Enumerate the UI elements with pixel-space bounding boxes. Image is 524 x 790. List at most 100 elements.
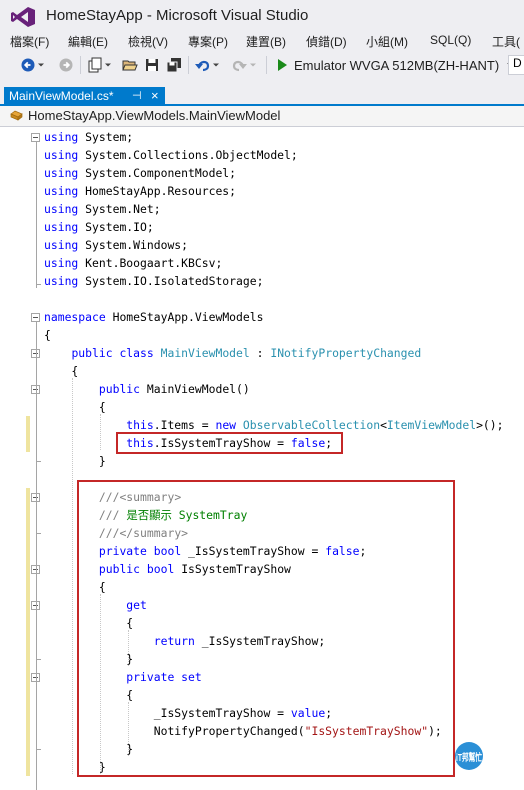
code-token: using: [44, 130, 79, 144]
code-line: {: [44, 326, 51, 344]
navigate-forward-button[interactable]: [58, 57, 74, 73]
code-token: <: [380, 418, 387, 432]
code-token: }: [44, 454, 106, 468]
changed-lines-marker: [26, 416, 30, 452]
code-line: using System.Net;: [44, 200, 161, 218]
close-icon[interactable]: ×: [151, 88, 159, 103]
menu-build[interactable]: 建置(B): [246, 33, 286, 50]
toolbar-separator: [266, 56, 267, 74]
code-token: HomeStayApp.ViewModels: [112, 310, 264, 324]
back-icon: [21, 58, 44, 72]
class-icon: [10, 110, 23, 121]
code-line: using System.ComponentModel;: [44, 164, 236, 182]
code-token: using: [44, 220, 79, 234]
menu-file[interactable]: 檔案(F): [10, 33, 49, 50]
code-token: {: [44, 400, 106, 414]
code-token: namespace: [44, 310, 106, 324]
changed-lines-marker: [26, 488, 30, 776]
save-icon: [146, 59, 158, 71]
save-all-button[interactable]: [166, 57, 182, 73]
undo-icon: [195, 60, 219, 72]
navigation-bar[interactable]: HomeStayApp.ViewModels.MainViewModel: [0, 106, 524, 127]
highlight-box-assignment: [116, 432, 343, 454]
code-token: {: [44, 364, 79, 378]
menu-view[interactable]: 檢視(V): [128, 33, 168, 50]
code-token: this: [126, 418, 154, 432]
new-project-icon: [88, 57, 111, 73]
navigate-back-button[interactable]: [20, 57, 46, 73]
outline-line: [36, 322, 37, 790]
forward-icon: [59, 58, 73, 72]
code-token: System.Collections.ObjectModel;: [85, 148, 298, 162]
code-token: class: [119, 346, 154, 360]
indent-guide: [100, 414, 101, 450]
code-token: using: [44, 274, 79, 288]
code-token: System.Net;: [85, 202, 161, 216]
code-token: INotifyPropertyChanged: [270, 346, 422, 360]
code-line: using System.IO;: [44, 218, 154, 236]
pin-icon[interactable]: ⊣: [132, 89, 142, 102]
code-token: >();: [476, 418, 504, 432]
code-token: .Items =: [153, 418, 209, 432]
code-token: Kent.Boogaart.KBCsv;: [85, 256, 223, 270]
code-line: using Kent.Boogaart.KBCsv;: [44, 254, 222, 272]
code-token: MainViewModel: [160, 346, 250, 360]
code-line: using HomeStayApp.Resources;: [44, 182, 236, 200]
toolbar-separator: [80, 56, 81, 74]
code-line: public MainViewModel(): [44, 380, 250, 398]
code-token: using: [44, 256, 79, 270]
window-title: HomeStayApp - Microsoft Visual Studio: [46, 7, 309, 24]
undo-button[interactable]: [194, 57, 222, 73]
menu-team[interactable]: 小組(M): [366, 33, 408, 50]
highlight-box-property: [77, 480, 455, 777]
menu-debug[interactable]: 偵錯(D): [306, 33, 347, 50]
start-debugging-button[interactable]: Emulator WVGA 512MB(ZH-HANT): [276, 55, 516, 75]
navbar-class-label: HomeStayApp.ViewModels.MainViewModel: [28, 108, 281, 123]
collapse-toggle[interactable]: [31, 133, 40, 142]
redo-icon: [232, 60, 256, 72]
code-token: System;: [85, 130, 134, 144]
outline-end: [36, 533, 41, 534]
outline-end: [36, 284, 41, 285]
code-token: using: [44, 184, 79, 198]
menu-edit[interactable]: 編輯(E): [68, 33, 108, 50]
code-token: System.ComponentModel;: [85, 166, 237, 180]
save-button[interactable]: [144, 57, 160, 73]
code-token: using: [44, 238, 79, 252]
ithome-watermark-logo: iT邦幫忙: [455, 742, 483, 770]
code-token: ObservableCollection: [242, 418, 381, 432]
new-project-button[interactable]: [86, 57, 114, 73]
play-icon: [278, 59, 287, 71]
toolbar-separator: [188, 56, 189, 74]
menu-sql[interactable]: SQL(Q): [430, 33, 471, 47]
code-line: using System.IO.IsolatedStorage;: [44, 272, 263, 290]
code-line: {: [44, 362, 78, 380]
code-token: MainViewModel(): [146, 382, 250, 396]
svg-text:iT邦幫忙: iT邦幫忙: [456, 751, 482, 764]
code-token: public: [98, 382, 141, 396]
code-token: System.IO;: [85, 220, 154, 234]
code-token: using: [44, 202, 79, 216]
open-file-button[interactable]: [122, 57, 138, 73]
code-line: using System.Collections.ObjectModel;: [44, 146, 298, 164]
outline-end: [36, 461, 41, 462]
redo-button[interactable]: [230, 57, 258, 73]
outline-line: [36, 142, 37, 288]
selection-margin: [0, 127, 24, 777]
code-line: public class MainViewModel : INotifyProp…: [44, 344, 421, 362]
code-editor[interactable]: using System; using System.Collections.Ob…: [0, 127, 524, 790]
menu-tools[interactable]: 工具(: [492, 33, 520, 50]
collapse-toggle[interactable]: [31, 313, 40, 322]
platform-dropdown[interactable]: D: [508, 55, 524, 75]
indent-guide: [100, 594, 101, 774]
outline-end: [36, 749, 41, 750]
code-line: namespace HomeStayApp.ViewModels: [44, 308, 263, 326]
menu-project[interactable]: 專案(P): [188, 33, 228, 50]
visual-studio-logo-icon: [11, 7, 35, 27]
menu-bar: 檔案(F) 編輯(E) 檢視(V) 專案(P) 建置(B) 偵錯(D) 小組(M) SQL(Q…: [0, 32, 524, 50]
tab-label: MainViewModel.cs*: [9, 89, 114, 103]
code-line: using System.Windows;: [44, 236, 188, 254]
